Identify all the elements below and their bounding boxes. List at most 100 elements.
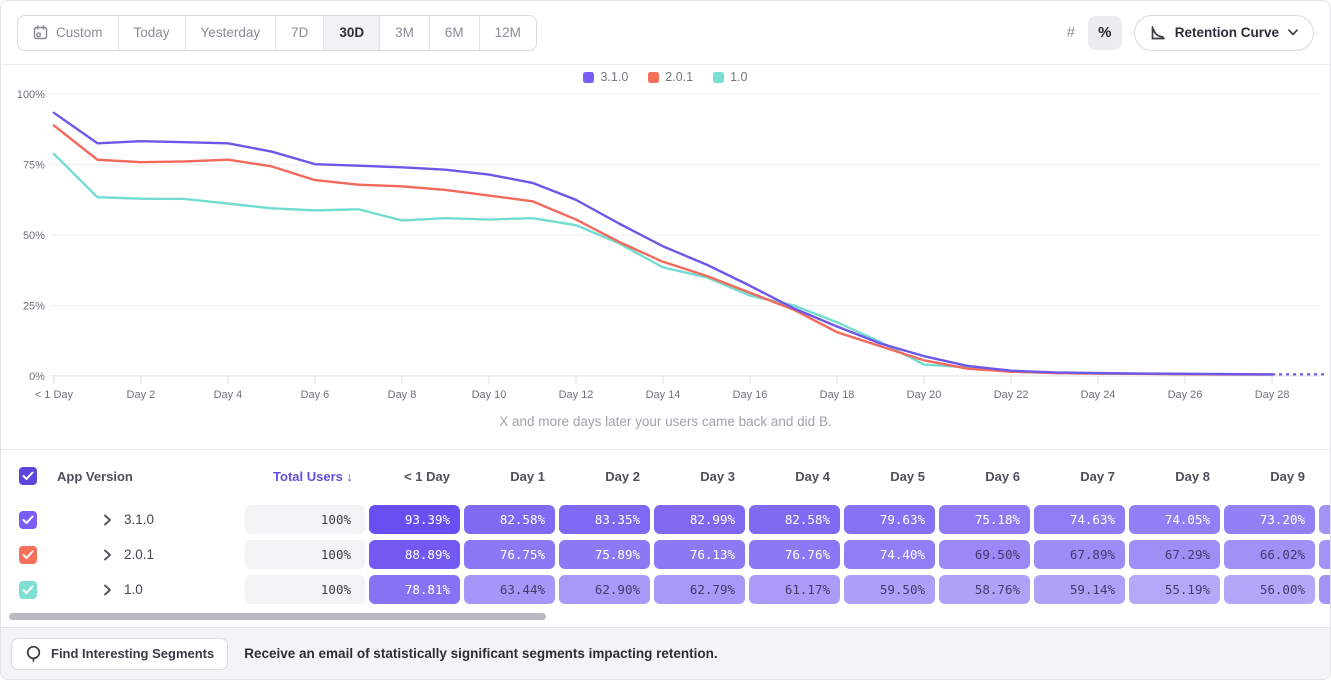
retention-value-cell[interactable]: 79.63% bbox=[844, 505, 935, 534]
select-all-wrap bbox=[1, 467, 57, 485]
toolbar: CustomTodayYesterday7D30D3M6M12M # % Ret… bbox=[1, 1, 1330, 65]
retention-value-cell[interactable]: 67.89% bbox=[1034, 540, 1125, 569]
cutoff-cell bbox=[1319, 505, 1331, 534]
chevron-right-icon[interactable] bbox=[103, 549, 112, 561]
cutoff-cell bbox=[1319, 575, 1331, 604]
retention-chart-section: 3.1.02.0.11.0 0%25%50%75%100%< 1 DayDay … bbox=[1, 65, 1330, 449]
svg-text:Day 20: Day 20 bbox=[907, 389, 942, 401]
chevron-down-icon bbox=[1288, 29, 1298, 36]
row-checkbox[interactable] bbox=[19, 511, 37, 529]
retention-value-cell[interactable]: 82.58% bbox=[749, 505, 840, 534]
retention-value-cell[interactable]: 75.89% bbox=[559, 540, 650, 569]
retention-value-cell[interactable]: 82.99% bbox=[654, 505, 745, 534]
retention-value-cell[interactable]: 76.75% bbox=[464, 540, 555, 569]
day-column-header[interactable]: < 1 Day bbox=[367, 469, 462, 484]
date-range-3m[interactable]: 3M bbox=[379, 16, 429, 50]
retention-value-cell[interactable]: 59.50% bbox=[844, 575, 935, 604]
value-mode-toggle: # % bbox=[1054, 16, 1122, 50]
retention-value-cell[interactable]: 82.58% bbox=[464, 505, 555, 534]
retention-value-cell[interactable]: 62.90% bbox=[559, 575, 650, 604]
retention-value-cell[interactable]: 58.76% bbox=[939, 575, 1030, 604]
svg-text:75%: 75% bbox=[23, 160, 45, 172]
retention-value-cell[interactable]: 73.20% bbox=[1224, 505, 1315, 534]
retention-value-cell[interactable]: 74.05% bbox=[1129, 505, 1220, 534]
footer-bar: Find Interesting Segments Receive an ema… bbox=[1, 627, 1330, 679]
date-range-yesterday[interactable]: Yesterday bbox=[185, 16, 276, 50]
svg-text:Day 6: Day 6 bbox=[301, 389, 330, 401]
date-range-7d[interactable]: 7D bbox=[275, 16, 323, 50]
day-column-header[interactable]: Day 1 bbox=[462, 469, 557, 484]
day-column-header[interactable]: Day 7 bbox=[1032, 469, 1127, 484]
retention-value-cell[interactable]: 66.02% bbox=[1224, 540, 1315, 569]
toolbar-right: # % Retention Curve bbox=[1054, 15, 1314, 51]
total-users-cell[interactable]: 100% bbox=[245, 575, 365, 604]
sort-desc-icon: ↓ bbox=[347, 469, 354, 484]
svg-text:Day 24: Day 24 bbox=[1081, 389, 1116, 401]
row-checkbox[interactable] bbox=[19, 546, 37, 564]
retention-value-cell[interactable]: 55.19% bbox=[1129, 575, 1220, 604]
app-version-label: 2.0.1 bbox=[124, 547, 154, 562]
svg-text:50%: 50% bbox=[23, 230, 45, 242]
svg-text:25%: 25% bbox=[23, 300, 45, 312]
row-checkbox[interactable] bbox=[19, 581, 37, 599]
retention-value-cell[interactable]: 78.81% bbox=[369, 575, 460, 604]
retention-line-chart[interactable]: 0%25%50%75%100%< 1 DayDay 2Day 4Day 6Day… bbox=[1, 65, 1330, 449]
retention-value-cell[interactable]: 93.39% bbox=[369, 505, 460, 534]
scrollbar-thumb[interactable] bbox=[9, 613, 546, 620]
table-body: 3.1.0 100% 93.39%82.58%83.35%82.99%82.58… bbox=[1, 502, 1330, 607]
number-mode-button[interactable]: # bbox=[1054, 16, 1088, 50]
retention-report-card: CustomTodayYesterday7D30D3M6M12M # % Ret… bbox=[0, 0, 1331, 680]
retention-value-cell[interactable]: 63.44% bbox=[464, 575, 555, 604]
footer-message: Receive an email of statistically signif… bbox=[244, 646, 717, 661]
total-users-cell[interactable]: 100% bbox=[245, 540, 365, 569]
day-column-header[interactable]: Day 4 bbox=[747, 469, 842, 484]
date-range-6m[interactable]: 6M bbox=[429, 16, 479, 50]
calendar-icon bbox=[33, 25, 48, 40]
day-column-header[interactable]: Day 6 bbox=[937, 469, 1032, 484]
cutoff-cell bbox=[1319, 540, 1331, 569]
svg-text:< 1 Day: < 1 Day bbox=[35, 389, 74, 401]
svg-text:Day 8: Day 8 bbox=[388, 389, 417, 401]
date-range-30d[interactable]: 30D bbox=[323, 16, 379, 50]
retention-value-cell[interactable]: 56.00% bbox=[1224, 575, 1315, 604]
chevron-right-icon[interactable] bbox=[103, 584, 112, 596]
retention-value-cell[interactable]: 59.14% bbox=[1034, 575, 1125, 604]
retention-value-cell[interactable]: 62.79% bbox=[654, 575, 745, 604]
percent-mode-button[interactable]: % bbox=[1088, 16, 1122, 50]
retention-value-cell[interactable]: 76.76% bbox=[749, 540, 840, 569]
view-selector-button[interactable]: Retention Curve bbox=[1134, 15, 1314, 51]
table-header-row: App Version Total Users ↓ < 1 DayDay 1Da… bbox=[1, 456, 1330, 496]
insights-icon bbox=[25, 645, 42, 662]
day-column-header[interactable]: Day 2 bbox=[557, 469, 652, 484]
retention-table: App Version Total Users ↓ < 1 DayDay 1Da… bbox=[1, 449, 1330, 607]
retention-value-cell[interactable]: 88.89% bbox=[369, 540, 460, 569]
total-users-header[interactable]: Total Users ↓ bbox=[243, 469, 367, 484]
table-row: 2.0.1 100% 88.89%76.75%75.89%76.13%76.76… bbox=[1, 537, 1330, 572]
retention-value-cell[interactable]: 69.50% bbox=[939, 540, 1030, 569]
retention-value-cell[interactable]: 61.17% bbox=[749, 575, 840, 604]
chevron-right-icon[interactable] bbox=[103, 514, 112, 526]
table-row: 3.1.0 100% 93.39%82.58%83.35%82.99%82.58… bbox=[1, 502, 1330, 537]
find-interesting-segments-button[interactable]: Find Interesting Segments bbox=[11, 638, 228, 670]
retention-value-cell[interactable]: 75.18% bbox=[939, 505, 1030, 534]
retention-value-cell[interactable]: 76.13% bbox=[654, 540, 745, 569]
chart-caption: X and more days later your users came ba… bbox=[1, 414, 1330, 429]
total-users-cell[interactable]: 100% bbox=[245, 505, 365, 534]
horizontal-scrollbar bbox=[1, 607, 1330, 625]
day-column-header[interactable]: Day 3 bbox=[652, 469, 747, 484]
svg-text:Day 12: Day 12 bbox=[559, 389, 594, 401]
svg-text:Day 28: Day 28 bbox=[1255, 389, 1290, 401]
date-range-12m[interactable]: 12M bbox=[479, 16, 536, 50]
app-version-header: App Version bbox=[57, 469, 243, 484]
retention-value-cell[interactable]: 83.35% bbox=[559, 505, 650, 534]
select-all-checkbox[interactable] bbox=[19, 467, 37, 485]
retention-value-cell[interactable]: 74.63% bbox=[1034, 505, 1125, 534]
date-range-custom[interactable]: Custom bbox=[18, 16, 118, 50]
retention-value-cell[interactable]: 74.40% bbox=[844, 540, 935, 569]
svg-text:Day 10: Day 10 bbox=[472, 389, 507, 401]
day-column-header[interactable]: Day 5 bbox=[842, 469, 937, 484]
day-column-header[interactable]: Day 8 bbox=[1127, 469, 1222, 484]
retention-value-cell[interactable]: 67.29% bbox=[1129, 540, 1220, 569]
date-range-today[interactable]: Today bbox=[118, 16, 185, 50]
day-column-header[interactable]: Day 9 bbox=[1222, 469, 1317, 484]
